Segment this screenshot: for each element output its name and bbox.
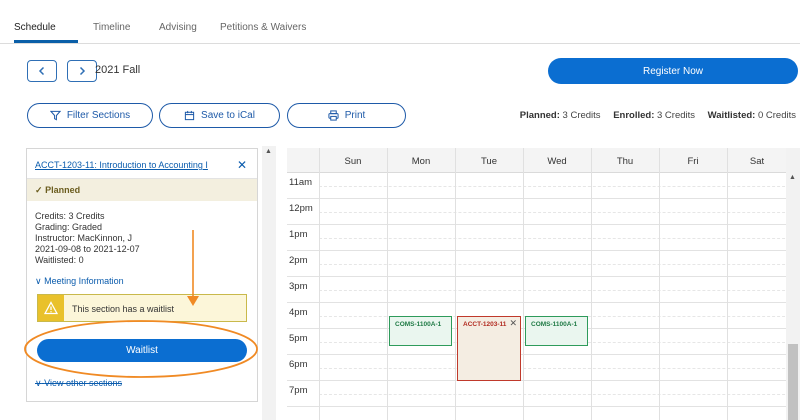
date-range-detail: 2021-09-08 to 2021-12-07 bbox=[35, 244, 140, 254]
hour-label: 12pm bbox=[289, 203, 313, 214]
hour-label: 11am bbox=[289, 177, 313, 188]
planned-credits-label: Planned: bbox=[519, 110, 560, 121]
grading-detail: Grading: Graded bbox=[35, 222, 103, 232]
credits-detail: Credits: 3 Credits bbox=[35, 211, 105, 221]
term-label: 2021 Fall bbox=[95, 64, 141, 76]
day-header-wed: Wed bbox=[547, 156, 567, 167]
meeting-information-toggle[interactable]: ∨ Meeting Information bbox=[35, 276, 124, 287]
enrolled-credits-label: Enrolled: bbox=[613, 110, 655, 121]
hour-row: 3pm bbox=[287, 277, 800, 303]
event-code: COMS-1100A-1 bbox=[531, 321, 578, 328]
chevron-down-icon: ∨ bbox=[35, 378, 42, 388]
credit-summary: Planned: 3 Credits Enrolled: 3 Credits W… bbox=[520, 110, 796, 121]
scroll-up-icon[interactable]: ▲ bbox=[789, 174, 796, 181]
hour-label: 4pm bbox=[289, 307, 308, 318]
hour-label: 1pm bbox=[289, 229, 308, 240]
student-planning-page: Schedule Timeline Advising Petitions & W… bbox=[0, 0, 800, 420]
warning-icon-box bbox=[38, 295, 64, 321]
calendar-event-mon[interactable]: COMS-1100A-1 bbox=[389, 316, 452, 346]
enrolled-credits-value: 3 Credits bbox=[657, 110, 696, 121]
day-header-sun: Sun bbox=[344, 156, 362, 167]
status-banner: ✓ Planned bbox=[27, 179, 257, 201]
tab-petitions-waivers[interactable]: Petitions & Waivers bbox=[220, 22, 306, 33]
hour-label: 2pm bbox=[289, 255, 308, 266]
section-details-card: ACCT-1203-11: Introduction to Accounting… bbox=[26, 148, 258, 402]
chevron-left-icon bbox=[38, 66, 45, 76]
hour-row: 11am bbox=[287, 173, 800, 199]
check-icon: ✓ bbox=[35, 185, 43, 195]
chevron-right-icon bbox=[79, 66, 86, 76]
section-details: Credits: 3 Credits Grading: Graded Instr… bbox=[35, 211, 140, 266]
day-header-mon: Mon bbox=[411, 156, 431, 167]
save-to-ical-label: Save to iCal bbox=[201, 110, 255, 121]
tab-timeline[interactable]: Timeline bbox=[93, 22, 130, 33]
instructor-detail: Instructor: MacKinnon, J bbox=[35, 233, 133, 243]
waitlisted-credits-label: Waitlisted: bbox=[707, 110, 756, 121]
previous-term-button[interactable] bbox=[27, 60, 57, 82]
hour-label: 5pm bbox=[289, 333, 308, 344]
day-header-sat: Sat bbox=[749, 156, 765, 167]
close-icon[interactable]: ✕ bbox=[237, 158, 247, 172]
filter-sections-label: Filter Sections bbox=[66, 110, 131, 121]
hour-row: 12pm bbox=[287, 199, 800, 225]
tab-bar: Schedule Timeline Advising Petitions & W… bbox=[0, 0, 800, 44]
active-tab-indicator bbox=[14, 40, 78, 43]
close-icon[interactable]: ✕ bbox=[509, 318, 517, 329]
scroll-up-icon[interactable]: ▲ bbox=[265, 148, 272, 155]
scrollbar-thumb[interactable] bbox=[788, 344, 798, 420]
warning-text: This section has a waitlist bbox=[72, 304, 175, 314]
day-header-fri: Fri bbox=[687, 156, 699, 167]
course-title-link[interactable]: ACCT-1203-11: Introduction to Accounting… bbox=[35, 160, 208, 170]
filter-sections-button[interactable]: Filter Sections bbox=[27, 103, 153, 128]
waitlist-warning: This section has a waitlist bbox=[37, 294, 247, 322]
waitlisted-detail: Waitlisted: 0 bbox=[35, 255, 84, 265]
view-other-sections-label: View other sections bbox=[44, 378, 122, 388]
schedule-calendar: Sun Mon Tue Wed Thu Fri Sat 11am 12pm 1p… bbox=[287, 148, 800, 420]
tab-schedule[interactable]: Schedule bbox=[14, 22, 56, 33]
status-text: ✓ Planned bbox=[35, 185, 80, 196]
hour-label: 6pm bbox=[289, 359, 308, 370]
warning-icon bbox=[44, 301, 58, 315]
hour-label: 7pm bbox=[289, 385, 308, 396]
next-term-button[interactable] bbox=[67, 60, 97, 82]
status-label: Planned bbox=[45, 185, 81, 195]
print-icon bbox=[328, 110, 339, 121]
day-header-tue: Tue bbox=[480, 156, 498, 167]
calendar-icon bbox=[184, 110, 195, 121]
calendar-scrollbar[interactable]: ▲ bbox=[786, 148, 800, 420]
chevron-down-icon: ∨ bbox=[35, 276, 42, 286]
waitlist-button[interactable]: Waitlist bbox=[37, 339, 247, 362]
calendar-event-tue[interactable]: ACCT-1203-11 ✕ bbox=[457, 316, 521, 381]
event-code: COMS-1100A-1 bbox=[395, 321, 442, 328]
print-label: Print bbox=[344, 110, 366, 121]
hour-row: 7pm bbox=[287, 381, 800, 407]
calendar-event-wed[interactable]: COMS-1100A-1 bbox=[525, 316, 588, 346]
planned-credits-value: 3 Credits bbox=[562, 110, 601, 121]
tab-advising[interactable]: Advising bbox=[159, 22, 197, 33]
save-to-ical-button[interactable]: Save to iCal bbox=[159, 103, 280, 128]
view-other-sections-toggle[interactable]: ∨ View other sections bbox=[35, 378, 122, 389]
filter-icon bbox=[49, 110, 61, 121]
meeting-information-label: Meeting Information bbox=[44, 276, 124, 286]
hour-row: 6pm bbox=[287, 355, 800, 381]
print-button[interactable]: Print bbox=[287, 103, 406, 128]
hour-label: 3pm bbox=[289, 281, 308, 292]
section-card-header: ACCT-1203-11: Introduction to Accounting… bbox=[27, 149, 257, 179]
register-now-button[interactable]: Register Now bbox=[548, 58, 798, 84]
day-header-thu: Thu bbox=[616, 156, 634, 167]
section-panel-scrollbar[interactable]: ▲ bbox=[262, 146, 276, 420]
calendar-header: Sun Mon Tue Wed Thu Fri Sat bbox=[287, 148, 800, 173]
hour-row: 1pm bbox=[287, 225, 800, 251]
hour-row: 2pm bbox=[287, 251, 800, 277]
waitlisted-credits-value: 0 Credits bbox=[757, 110, 796, 121]
event-code: ACCT-1203-11 bbox=[463, 321, 507, 328]
